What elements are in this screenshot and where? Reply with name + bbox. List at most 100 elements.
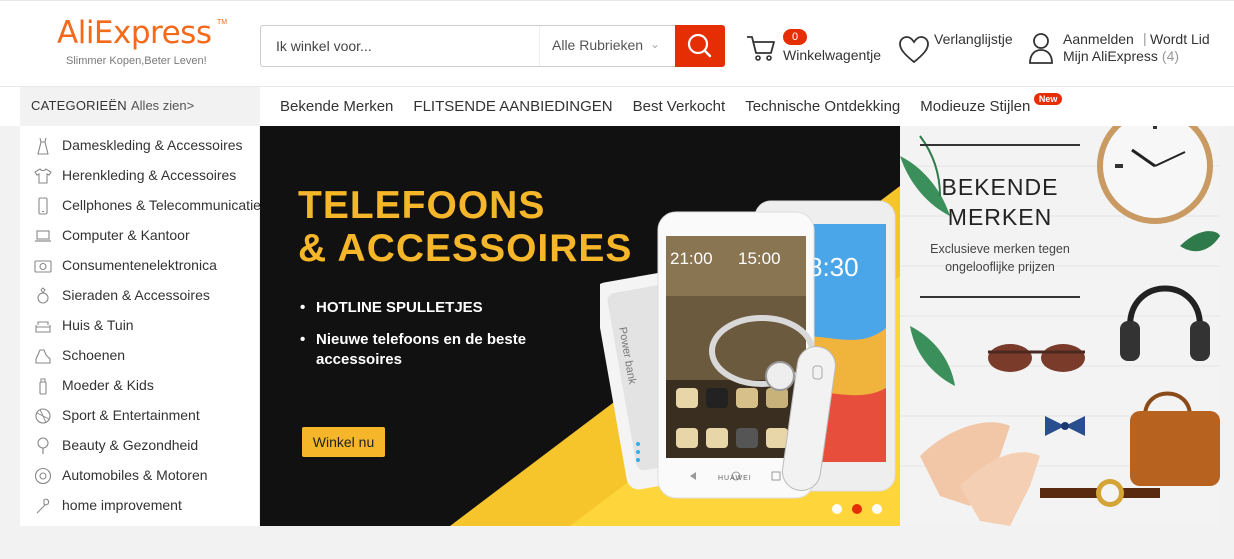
wishlist-label: Verlanglijstje (934, 31, 1013, 47)
sidebar-item-label: Computer & Kantoor (62, 227, 190, 243)
tools-icon (36, 498, 50, 514)
my-account-count: (4) (1161, 48, 1180, 64)
shoe-icon (35, 349, 51, 364)
sidebar-item-label: Moeder & Kids (62, 377, 154, 393)
sidebar-item-computer[interactable]: Computer & Kantoor (20, 221, 260, 251)
brands-title-line2: MERKEN (947, 204, 1053, 230)
sidebar-item-home-improvement[interactable]: home improvement (20, 491, 260, 521)
banner-title-line1: TELEFOONS (298, 184, 546, 227)
search-category-select[interactable]: Alle Rubrieken ⌄ (539, 26, 676, 66)
ring-icon (37, 287, 49, 304)
banner-bullet: HOTLINE SPULLETJES (300, 298, 556, 318)
sidebar-item-label: Huis & Tuin (62, 317, 134, 333)
logo-trademark: TM (217, 19, 228, 26)
nav-link-fashion-label: Modieuze Stijlen (920, 98, 1031, 115)
sidebar-item-women-clothing[interactable]: Dameskleding & Accessoires (20, 131, 260, 161)
search-icon (687, 33, 712, 58)
banner-title-line2: & ACCESSOIRES (298, 227, 633, 270)
laptop-icon (35, 230, 51, 242)
bluetooth-headset-image (709, 315, 836, 491)
categories-header: CATEGORIEËN Alles zien> (20, 87, 260, 126)
join-link[interactable]: Wordt Lid (1150, 31, 1210, 47)
dress-icon (37, 137, 49, 155)
camera-icon (34, 260, 52, 273)
my-account-link[interactable]: Mijn AliExpress (4) (1063, 48, 1179, 64)
chevron-down-icon: ⌄ (650, 37, 661, 51)
logo-tagline: Slimmer Kopen,Beter Leven! (66, 55, 207, 67)
sidebar-item-label: Dameskleding & Accessoires (62, 137, 243, 153)
sidebar-item-label: Schoenen (62, 347, 126, 363)
shirt-icon (34, 168, 52, 184)
cart-count-badge: 0 (783, 29, 807, 45)
signin-link[interactable]: Aanmelden (1063, 31, 1134, 47)
my-account-label: Mijn AliExpress (1063, 48, 1158, 64)
cart-label: Winkelwagentje (783, 47, 882, 63)
search-input[interactable] (261, 26, 571, 66)
carousel-dot[interactable] (872, 504, 882, 514)
carousel-dot[interactable] (832, 504, 842, 514)
wishlist-link[interactable]: Verlanglijstje (898, 31, 1018, 71)
bottle-icon (39, 378, 47, 395)
sidebar-item-sports[interactable]: Sport & Entertainment (20, 401, 260, 431)
sidebar-item-phones[interactable]: Cellphones & Telecommunicatie (20, 191, 261, 221)
sidebar-item-label: Beauty & Gezondheid (62, 437, 199, 453)
sidebar-item-beauty[interactable]: Beauty & Gezondheid (20, 431, 260, 461)
banner-bullets: HOTLINE SPULLETJES Nieuwe telefoons en d… (300, 298, 556, 382)
divider-bottom (920, 296, 1080, 298)
category-sidebar: Dameskleding & Accessoires Herenkleding … (20, 126, 261, 526)
sidebar-item-label: Herenkleding & Accessoires (62, 167, 237, 183)
main-nav: CATEGORIEËN Alles zien> Bekende Merken F… (0, 87, 1234, 126)
carousel-dot-active[interactable] (852, 504, 862, 514)
search-category-label: Alle Rubrieken (552, 37, 644, 53)
sidebar-item-label: Cellphones & Telecommunicatie (62, 197, 261, 213)
brands-subtitle: Exclusieve merken tegen ongelooflijke pr… (930, 242, 1070, 274)
sidebar-item-label: home improvement (62, 497, 182, 513)
sidebar-item-jewelry[interactable]: Sieraden & Accessoires (20, 281, 260, 311)
sidebar-item-label: Sport & Entertainment (62, 407, 200, 423)
cart-link[interactable]: 0 Winkelwagentje (745, 29, 885, 69)
sofa-icon (35, 321, 51, 333)
cart-icon (747, 36, 775, 61)
heart-icon (899, 36, 929, 64)
banner-bullet: Nieuwe telefoons en de beste accessoires (300, 330, 556, 370)
user-icon[interactable] (1028, 31, 1054, 65)
nav-link-brands[interactable]: Bekende Merken (280, 98, 393, 118)
sidebar-item-electronics[interactable]: Consumentenelektronica (20, 251, 260, 281)
sidebar-item-label: Automobiles & Motoren (62, 467, 208, 483)
new-badge: New (1033, 93, 1063, 105)
wheel-icon (34, 467, 52, 485)
categories-title: CATEGORIEËN (31, 98, 127, 113)
search-bar: Alle Rubrieken ⌄ (260, 25, 725, 67)
aliexpress-logo[interactable]: AliExpress TM Slimmer Kopen,Beter Leven! (57, 15, 227, 67)
sidebar-item-shoes[interactable]: Schoenen (20, 341, 260, 371)
banner-title: TELEFOONS & ACCESSOIRES (298, 184, 632, 270)
nav-link-flash-deals[interactable]: FLITSENDE AANBIEDINGEN (413, 98, 612, 118)
sidebar-item-mother-kids[interactable]: Moeder & Kids (20, 371, 260, 401)
shop-now-button[interactable]: Winkel nu (302, 427, 385, 457)
nav-link-tech-discovery[interactable]: Technische Ontdekking (745, 98, 900, 118)
phone-icon (38, 197, 48, 215)
account-area: Aanmelden | Wordt Lid Mijn AliExpress (4) (1028, 29, 1228, 69)
sidebar-item-home-garden[interactable]: Huis & Tuin (20, 311, 260, 341)
phone-front-clock-left: 21:00 (670, 249, 713, 268)
sidebar-item-men-clothing[interactable]: Herenkleding & Accessoires (20, 161, 260, 191)
nav-links: Bekende Merken FLITSENDE AANBIEDINGEN Be… (280, 93, 1063, 118)
carousel-dots (832, 504, 892, 514)
brands-banner[interactable]: BEKENDE MERKEN Exclusieve merken tegen o… (900, 126, 1220, 526)
brands-title: BEKENDE MERKEN (900, 172, 1100, 232)
sidebar-item-automobiles[interactable]: Automobiles & Motoren (20, 461, 260, 491)
brands-title-line1: BEKENDE (941, 174, 1059, 200)
logo-text: AliExpress (57, 15, 212, 51)
sidebar-item-label: Consumentenelektronica (62, 257, 217, 273)
account-separator: | (1143, 30, 1147, 46)
nav-link-best-selling[interactable]: Best Verkocht (633, 98, 726, 118)
nav-link-fashion-styles[interactable]: Modieuze Stijlen New (920, 93, 1063, 118)
site-header: AliExpress TM Slimmer Kopen,Beter Leven!… (0, 0, 1234, 87)
ball-icon (35, 408, 51, 424)
mirror-icon (37, 437, 49, 454)
see-all-link[interactable]: Alles zien> (131, 98, 194, 113)
hero-banner[interactable]: Power bank 8:30 21:00 15:00 HUAWEI TELEF… (260, 126, 900, 526)
search-button[interactable] (675, 25, 725, 67)
sidebar-item-label: Sieraden & Accessoires (62, 287, 210, 303)
divider-top (920, 144, 1080, 146)
